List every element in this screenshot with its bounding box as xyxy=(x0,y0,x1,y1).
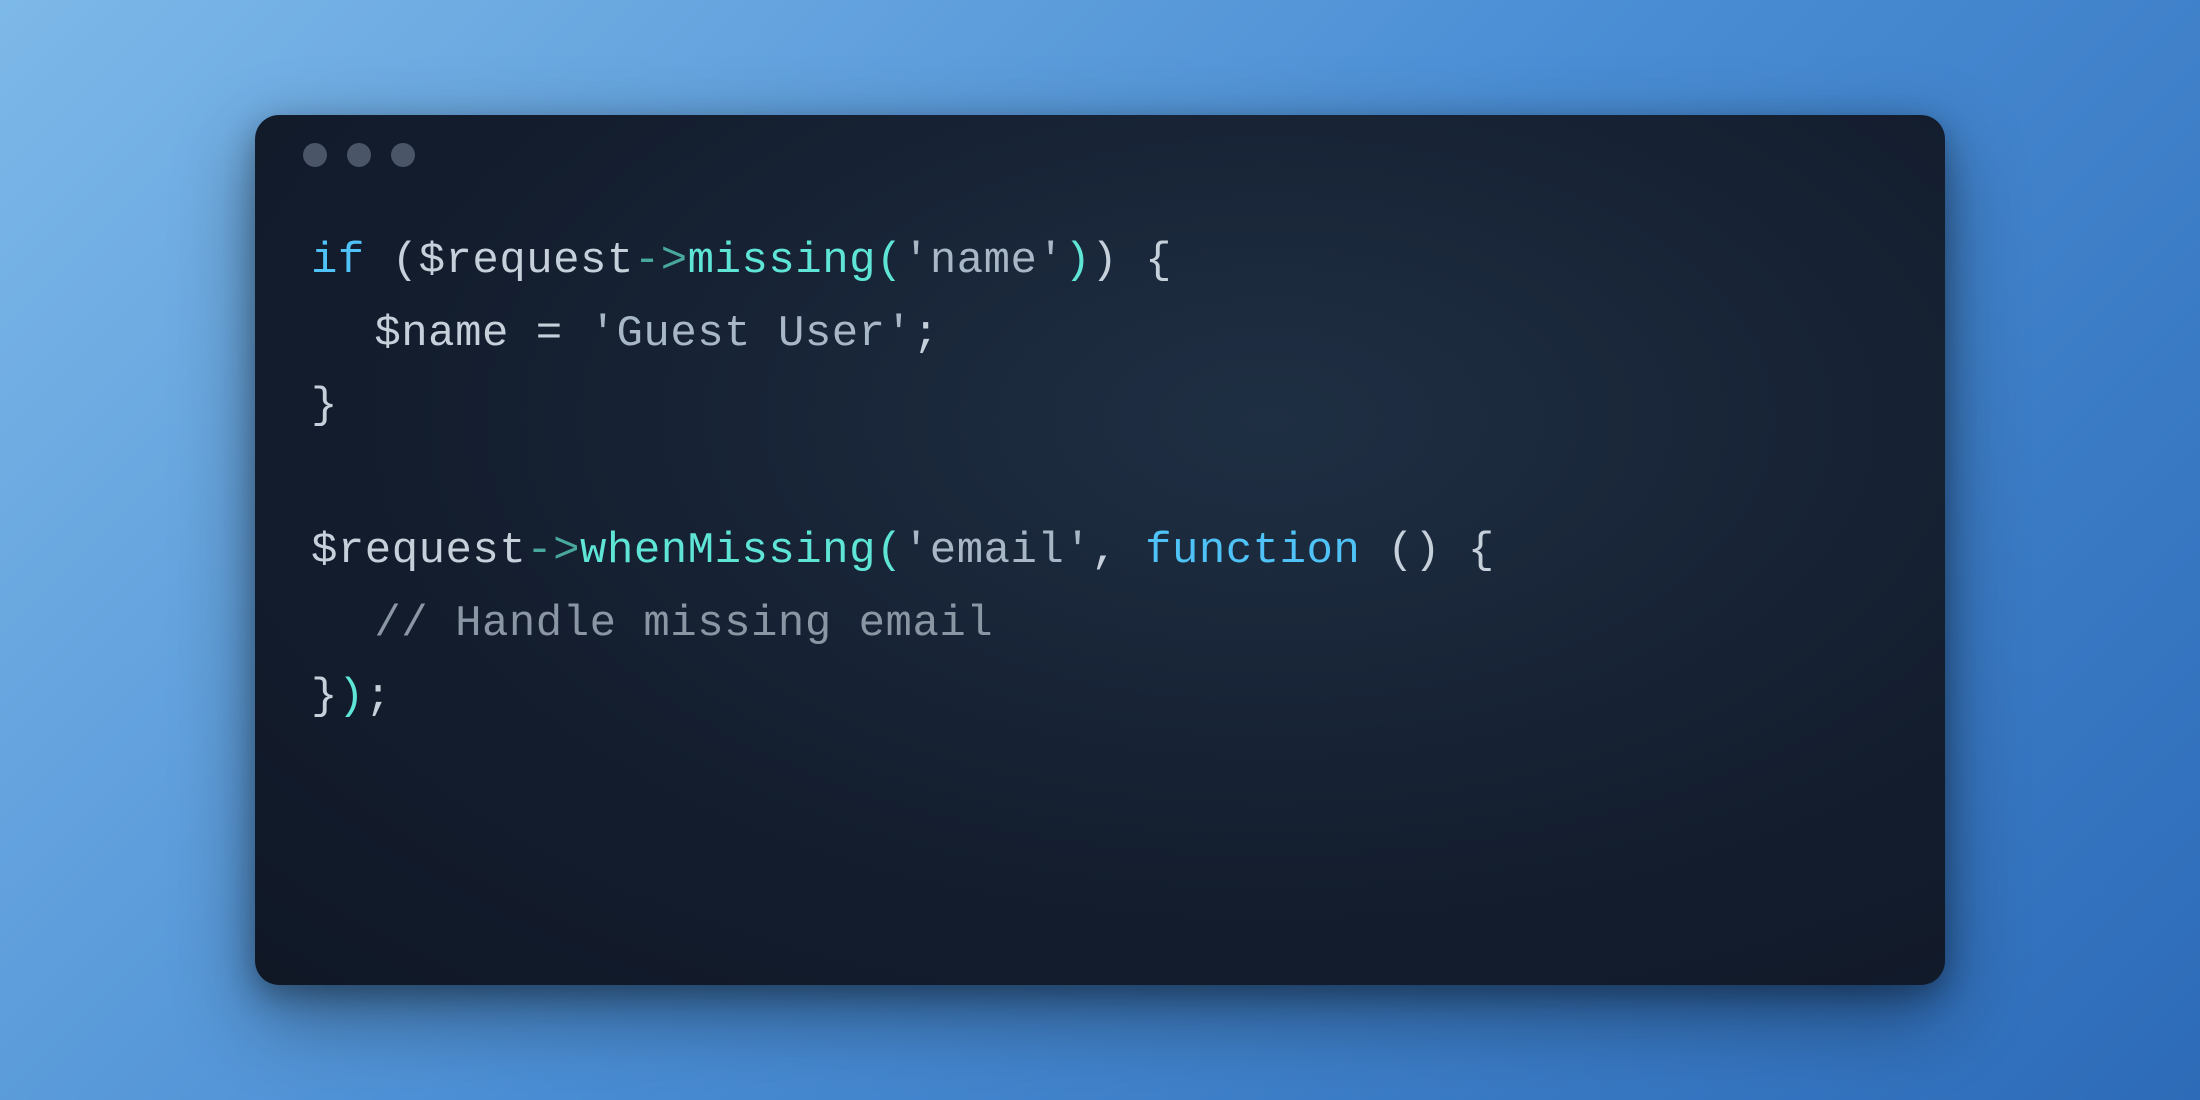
paren-open: ( xyxy=(1387,526,1414,576)
traffic-light-maximize-icon[interactable] xyxy=(391,143,415,167)
code-line-4-empty xyxy=(311,443,1889,516)
code-editor[interactable]: if ($request->missing('name')) { $name =… xyxy=(255,195,1945,733)
brace-open: { xyxy=(1468,526,1495,576)
code-line-2: $name = 'Guest User'; xyxy=(311,298,1889,371)
code-line-1: if ($request->missing('name')) { xyxy=(311,225,1889,298)
keyword-function: function xyxy=(1145,526,1360,576)
brace-close: } xyxy=(311,672,338,722)
brace-open: { xyxy=(1145,236,1172,286)
code-line-7: }); xyxy=(311,661,1889,734)
method-whenmissing: whenMissing xyxy=(580,526,876,576)
string-literal: 'Guest User' xyxy=(590,309,913,359)
string-literal: 'email' xyxy=(903,526,1091,576)
paren-open: ( xyxy=(392,236,419,286)
arrow-operator: -> xyxy=(526,526,580,576)
paren-close: ) xyxy=(1064,236,1091,286)
variable-request: $request xyxy=(311,526,526,576)
traffic-light-minimize-icon[interactable] xyxy=(347,143,371,167)
paren-close: ) xyxy=(1414,526,1441,576)
keyword-if: if xyxy=(311,236,365,286)
brace-close: } xyxy=(311,381,338,431)
code-window: if ($request->missing('name')) { $name =… xyxy=(255,115,1945,985)
paren-open: ( xyxy=(876,236,903,286)
paren-close: ) xyxy=(338,672,365,722)
arrow-operator: -> xyxy=(634,236,688,286)
window-titlebar xyxy=(255,115,1945,195)
assign-operator: = xyxy=(536,309,563,359)
code-line-3: } xyxy=(311,370,1889,443)
semicolon: ; xyxy=(912,309,939,359)
variable-request: $request xyxy=(419,236,634,286)
code-line-6: // Handle missing email xyxy=(311,588,1889,661)
method-missing: missing xyxy=(688,236,876,286)
comment: // Handle missing email xyxy=(374,599,993,649)
string-literal: 'name' xyxy=(903,236,1064,286)
traffic-light-close-icon[interactable] xyxy=(303,143,327,167)
comma: , xyxy=(1091,526,1118,576)
variable-name: $name xyxy=(374,309,509,359)
paren-open: ( xyxy=(876,526,903,576)
paren-close: ) xyxy=(1091,236,1118,286)
semicolon: ; xyxy=(365,672,392,722)
code-line-5: $request->whenMissing('email', function … xyxy=(311,515,1889,588)
